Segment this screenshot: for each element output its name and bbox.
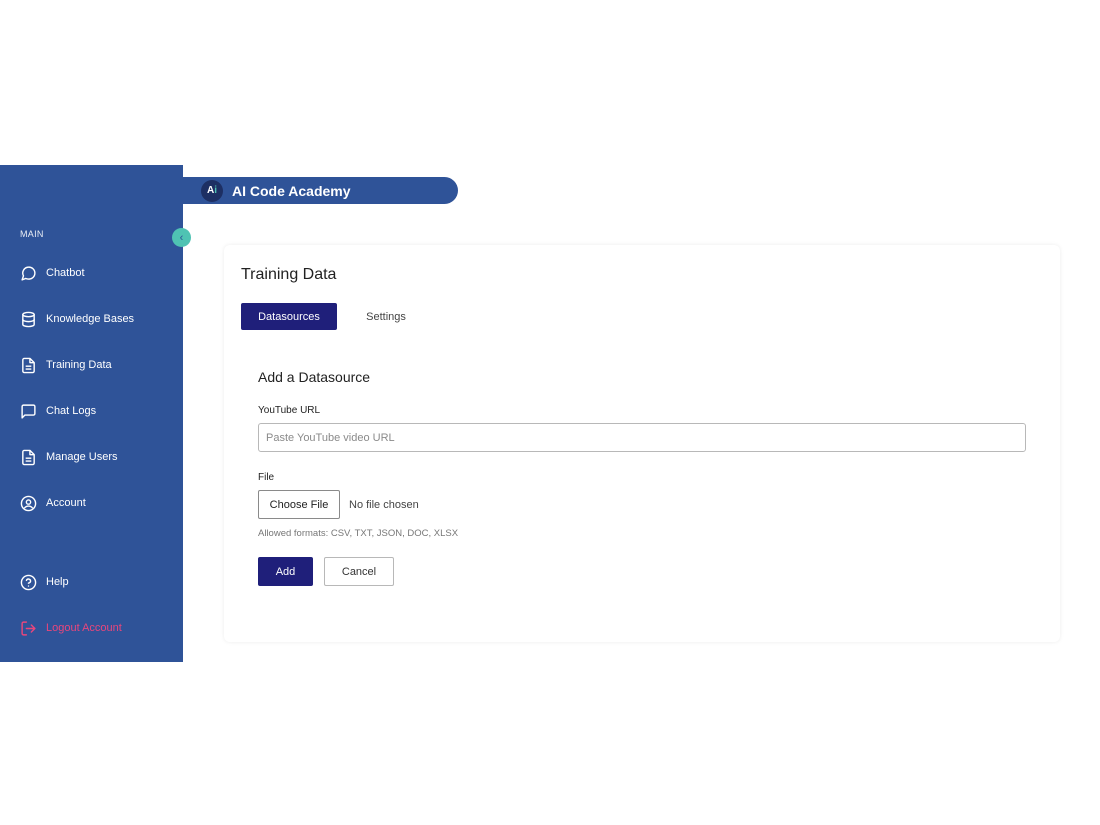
chat-bubble-icon	[20, 265, 37, 282]
sidebar-item-manage-users[interactable]: Manage Users	[20, 447, 118, 467]
form-title: Add a Datasource	[258, 369, 371, 385]
tab-settings[interactable]: Settings	[354, 303, 418, 330]
sidebar-item-label: Training Data	[46, 359, 112, 371]
page-title: Training Data	[241, 266, 337, 283]
database-icon	[20, 311, 37, 328]
file-label: File	[258, 472, 275, 483]
chevron-left-icon: ‹	[179, 231, 184, 244]
training-data-card: Training Data Datasources Settings Add a…	[224, 245, 1060, 642]
sidebar-item-label: Account	[46, 497, 86, 509]
help-circle-icon	[20, 574, 37, 591]
document-icon	[20, 449, 37, 466]
sidebar-item-label: Knowledge Bases	[46, 313, 135, 325]
logout-icon	[20, 620, 37, 637]
sidebar-section-label: MAIN	[20, 229, 44, 239]
sidebar-item-account[interactable]: Account	[20, 493, 86, 513]
youtube-url-label: YouTube URL	[258, 405, 321, 416]
youtube-url-input[interactable]	[258, 423, 1026, 452]
sidebar-item-training-data[interactable]: Training Data	[20, 355, 112, 375]
tab-datasources[interactable]: Datasources	[241, 303, 337, 330]
brand-title: AI Code Academy	[232, 182, 351, 199]
sidebar-item-label: Logout Account	[46, 622, 122, 634]
add-button[interactable]: Add	[258, 557, 313, 586]
sidebar-item-label: Chatbot	[46, 267, 85, 279]
choose-file-button[interactable]: Choose File	[258, 490, 340, 519]
user-circle-icon	[20, 495, 37, 512]
sidebar-item-chat-logs[interactable]: Chat Logs	[20, 401, 96, 421]
sidebar-item-chatbot[interactable]: Chatbot	[20, 263, 85, 283]
sidebar-item-knowledge-bases[interactable]: Knowledge Bases	[20, 309, 134, 329]
message-square-icon	[20, 403, 37, 420]
brand-bar: Ai AI Code Academy	[183, 177, 458, 204]
sidebar-item-label: Manage Users	[46, 451, 118, 463]
document-icon	[20, 357, 37, 374]
allowed-formats-hint: Allowed formats: CSV, TXT, JSON, DOC, XL…	[258, 528, 459, 539]
sidebar-item-label: Help	[46, 576, 69, 588]
cancel-button[interactable]: Cancel	[324, 557, 394, 586]
sidebar-item-label: Chat Logs	[46, 405, 97, 417]
sidebar-collapse-button[interactable]: ‹	[172, 228, 191, 247]
logo-icon: Ai	[201, 179, 223, 202]
sidebar-item-logout[interactable]: Logout Account	[20, 618, 122, 638]
sidebar: MAIN Chatbot Knowledge Bases Training Da…	[0, 165, 183, 662]
no-file-status: No file chosen	[349, 499, 419, 511]
sidebar-item-help[interactable]: Help	[20, 572, 69, 592]
